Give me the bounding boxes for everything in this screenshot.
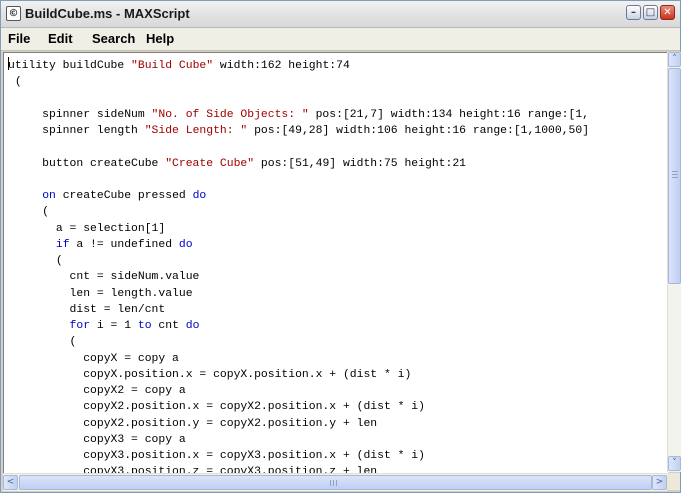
code-text-run: len = length.value — [8, 287, 193, 300]
code-keyword: for — [69, 320, 91, 332]
horizontal-scroll-thumb[interactable] — [19, 475, 652, 490]
code-text-run: ( — [8, 336, 77, 349]
code-line: copyX3 = copy a — [8, 434, 186, 446]
code-line: copyX.position.x = copyX.position.x + (d… — [8, 369, 411, 381]
code-text-run: copyX = copy a — [8, 352, 179, 365]
close-icon: ✕ — [663, 7, 672, 18]
code-line: spinner length "Side Length: " pos:[49,2… — [8, 125, 589, 137]
maxscript-editor-window: © BuildCube.ms - MAXScript – □ ✕ File Ed… — [0, 0, 681, 493]
resize-grip[interactable] — [667, 473, 680, 490]
code-text-run: ( — [8, 206, 50, 219]
scroll-left-arrow-icon[interactable]: < — [3, 475, 18, 490]
code-text-run: copyX.position.x = copyX.position.x + (d… — [8, 368, 412, 381]
vertical-scrollbar[interactable]: ˄ ˅ — [667, 52, 681, 472]
code-keyword: do — [185, 320, 200, 332]
code-line: cnt = sideNum.value — [8, 271, 200, 284]
code-string: "Create Cube" — [165, 157, 255, 170]
code-line: ( — [8, 76, 22, 88]
close-button[interactable]: ✕ — [660, 5, 675, 20]
horizontal-scrollbar[interactable]: < > — [3, 473, 667, 491]
menu-help[interactable]: Help — [146, 31, 174, 46]
vertical-scroll-thumb[interactable] — [668, 68, 681, 284]
code-text-run: pos:[51,49] width:75 height:21 — [254, 157, 466, 170]
code-text-run — [8, 320, 70, 332]
code-text-run: copyX2 = copy a — [8, 385, 186, 397]
code-text-run: utility buildCube — [8, 60, 132, 72]
code-text-run: dist = len/cnt — [8, 303, 166, 316]
code-line: on createCube pressed do — [8, 190, 206, 202]
code-line: if a != undefined do — [8, 239, 193, 251]
code-line: ( — [8, 255, 63, 267]
code-text-run: ( — [8, 255, 63, 267]
grip-line — [336, 480, 337, 486]
grip-line — [333, 480, 334, 486]
maximize-icon: □ — [645, 7, 656, 18]
code-text-run — [8, 190, 42, 202]
code-text-run: copyX2.position.x = copyX2.position.x + … — [8, 401, 425, 414]
title-bar[interactable]: © BuildCube.ms - MAXScript – □ ✕ — [1, 1, 680, 28]
code-text-run — [8, 239, 56, 251]
scroll-up-arrow-icon[interactable]: ˄ — [668, 52, 681, 67]
code-line: copyX = copy a — [8, 353, 179, 365]
code-line: for i = 1 to cnt do — [8, 320, 200, 332]
code-string: "Build Cube" — [131, 60, 214, 72]
code-keyword: do — [178, 238, 193, 251]
code-line: dist = len/cnt — [8, 303, 166, 316]
menu-edit[interactable]: Edit — [48, 31, 73, 46]
code-text-run: button createCube — [8, 157, 166, 170]
code-keyword: on — [42, 190, 56, 202]
code-text-run: copyX3.position.z = copyX3.position.z + … — [8, 466, 378, 473]
code-keyword: do — [192, 190, 207, 202]
code-text-run: copyX2.position.y = copyX2.position.y + … — [8, 417, 378, 430]
grip-line — [330, 480, 331, 486]
code-string: "No. of Side Objects: " — [151, 108, 309, 121]
code-text-run: copyX3.position.x = copyX3.position.x + … — [8, 450, 425, 462]
code-keyword: if — [55, 238, 70, 251]
code-line: button createCube "Create Cube" pos:[51,… — [8, 158, 466, 170]
code-text-run: spinner sideNum — [8, 108, 152, 121]
code-text[interactable]: utility buildCube "Build Cube" width:162… — [8, 57, 589, 473]
code-text-run: createCube pressed — [55, 190, 193, 202]
code-text-run: pos:[49,28] width:106 height:16 range:[1… — [247, 125, 590, 137]
code-text-run: i = 1 — [90, 320, 138, 332]
grip-line — [672, 177, 678, 178]
code-line: a = selection[1] — [8, 223, 165, 235]
code-line: copyX3.position.z = copyX3.position.z + … — [8, 466, 377, 473]
window-title: BuildCube.ms - MAXScript — [25, 6, 190, 21]
menu-bar: File Edit Search Help — [1, 28, 680, 51]
code-text-run: spinner length — [8, 125, 145, 137]
code-text-run: pos:[21,7] width:134 height:16 range:[1, — [308, 108, 590, 121]
minimize-icon: – — [631, 7, 636, 18]
code-editor[interactable]: utility buildCube "Build Cube" width:162… — [3, 52, 668, 473]
code-line: ( — [8, 336, 77, 349]
minimize-button[interactable]: – — [626, 5, 641, 20]
code-text-run: cnt = sideNum.value — [8, 271, 200, 284]
code-line: utility buildCube "Build Cube" width:162… — [8, 57, 350, 72]
scroll-down-arrow-icon[interactable]: ˅ — [668, 456, 681, 471]
code-line: ( — [8, 206, 49, 218]
code-text-run: copyX3 = copy a — [8, 433, 186, 446]
code-line: copyX3.position.x = copyX3.position.x + … — [8, 450, 425, 462]
code-text-run: cnt — [151, 320, 186, 332]
code-text-run: ( — [8, 76, 22, 89]
menu-file[interactable]: File — [8, 31, 30, 46]
scroll-right-arrow-icon[interactable]: > — [652, 475, 667, 490]
code-keyword: to — [137, 320, 152, 332]
code-line: spinner sideNum "No. of Side Objects: " … — [8, 109, 589, 121]
maximize-button[interactable]: □ — [643, 5, 658, 20]
code-text-run: a != undefined — [69, 238, 179, 251]
code-line: len = length.value — [8, 288, 193, 300]
code-text-run: width:162 height:74 — [213, 60, 350, 72]
maxscript-icon[interactable]: © — [6, 6, 21, 21]
grip-line — [672, 171, 678, 172]
code-string: "Side Length: " — [144, 125, 248, 137]
menu-search[interactable]: Search — [92, 31, 135, 46]
code-line: copyX2.position.x = copyX2.position.x + … — [8, 401, 425, 413]
code-line: copyX2.position.y = copyX2.position.y + … — [8, 418, 377, 430]
code-text-run: a = selection[1] — [8, 222, 166, 235]
grip-line — [672, 174, 678, 175]
code-line: copyX2 = copy a — [8, 385, 186, 397]
